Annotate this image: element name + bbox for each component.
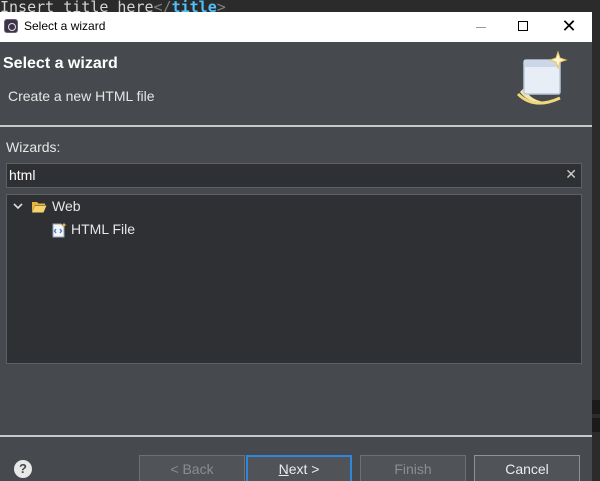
page-description: Create a new HTML file (8, 88, 155, 104)
back-button[interactable]: < Back (139, 455, 245, 481)
minimize-icon[interactable] (458, 12, 504, 42)
wizard-tree[interactable]: Web HTML File (6, 194, 582, 364)
finish-button[interactable]: Finish (360, 455, 466, 481)
next-button[interactable]: Next > (246, 455, 352, 481)
html-file-icon (52, 222, 67, 238)
filter-text: html (9, 167, 36, 183)
background-editor-edge (592, 14, 600, 481)
select-wizard-dialog: Select a wizard ✕ Select a wizard Create… (0, 12, 592, 481)
maximize-icon[interactable] (500, 12, 546, 42)
button-bar-separator (0, 435, 592, 437)
wizard-banner: Select a wizard Create a new HTML file (0, 42, 592, 125)
chevron-down-icon[interactable] (11, 199, 25, 213)
next-label: ext > (288, 461, 320, 477)
tree-item-web-label: Web (52, 198, 81, 214)
close-icon[interactable]: ✕ (546, 12, 592, 42)
clear-filter-icon[interactable]: ✕ (565, 166, 577, 183)
wizards-label: Wizards: (6, 139, 61, 155)
cancel-button[interactable]: Cancel (474, 455, 580, 481)
page-title: Select a wizard (3, 55, 118, 72)
wizard-filter-input[interactable]: html ✕ (6, 163, 582, 188)
window-title: Select a wizard (24, 19, 106, 33)
eclipse-app-icon (4, 19, 18, 33)
next-mnemonic: N (278, 461, 289, 477)
wizard-banner-icon (516, 50, 568, 105)
help-icon[interactable]: ? (14, 460, 32, 478)
banner-separator (0, 125, 592, 127)
title-bar[interactable]: Select a wizard ✕ (0, 12, 592, 42)
folder-open-icon (32, 202, 47, 213)
tree-item-html-file-label: HTML File (71, 221, 136, 237)
